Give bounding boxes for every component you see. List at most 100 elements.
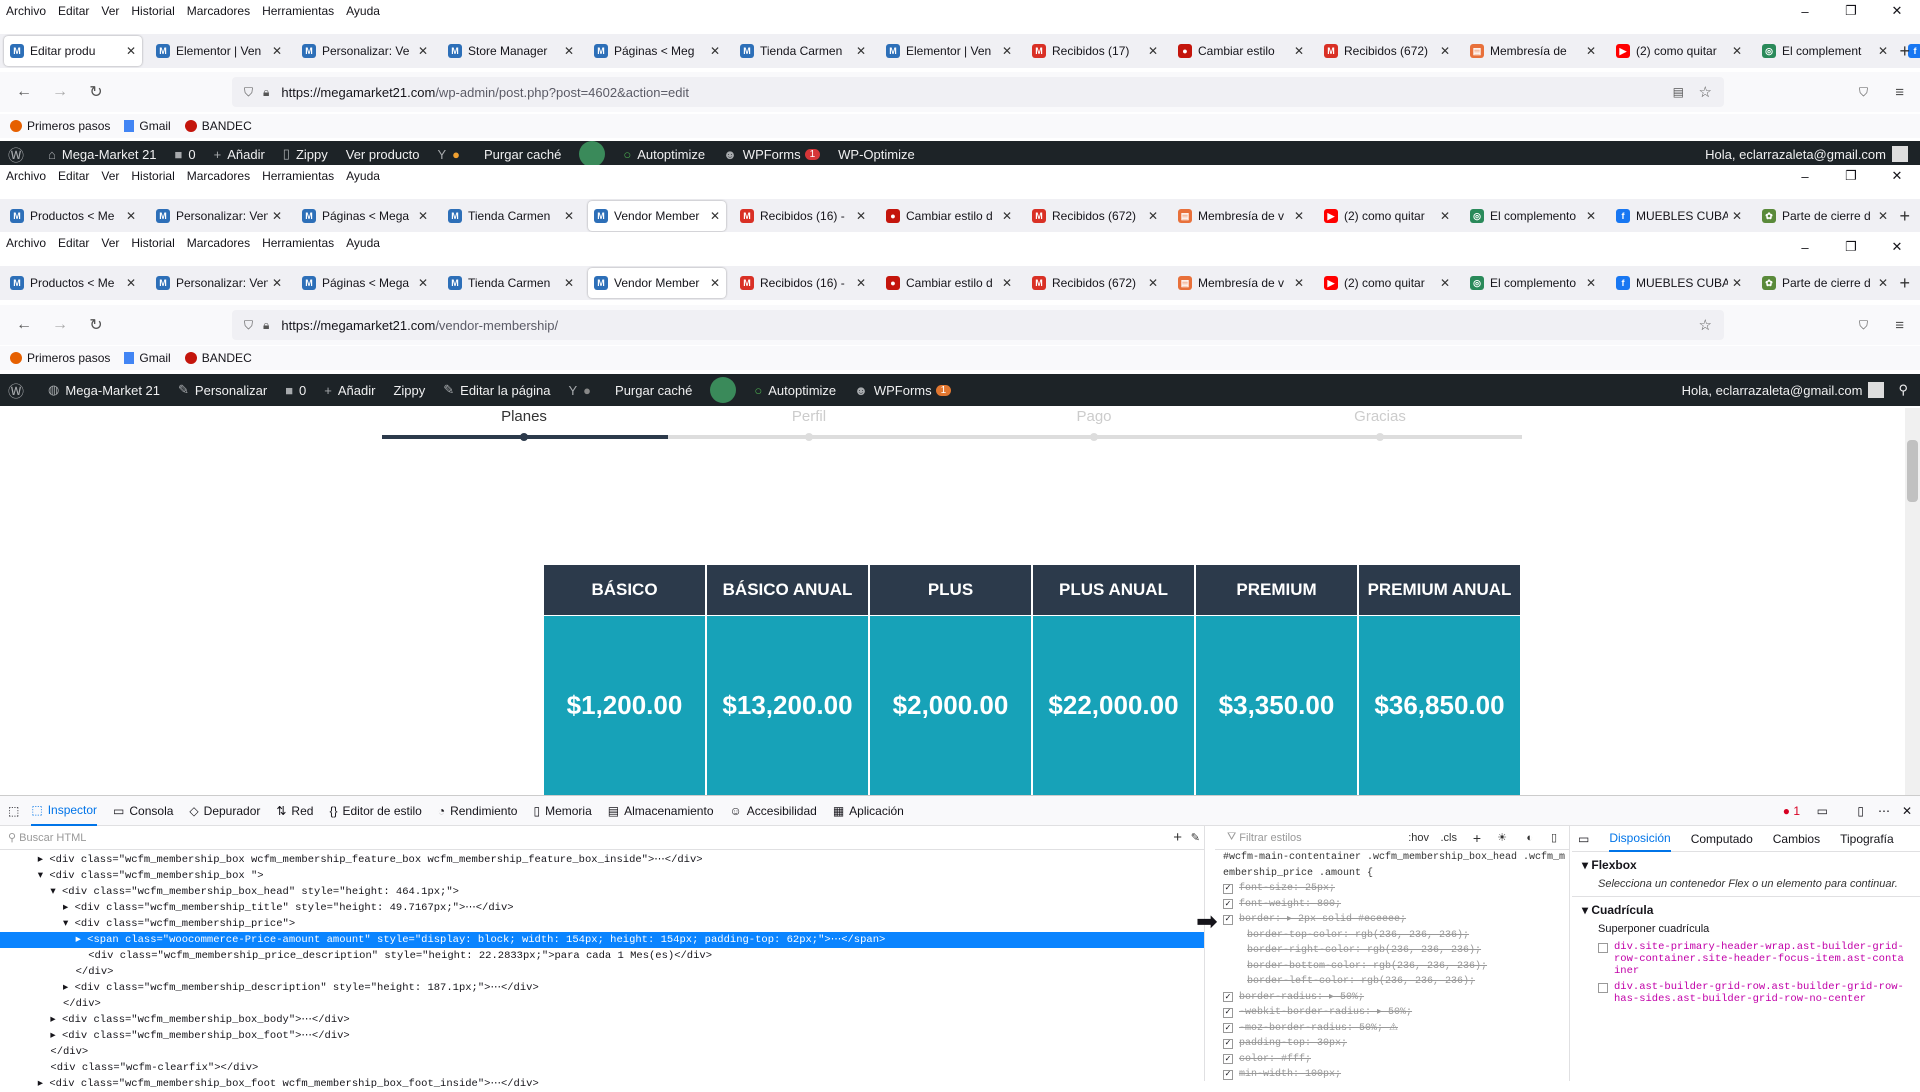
tab-close-icon[interactable]: ✕ <box>1002 276 1012 290</box>
bookmark-primeros-pasos[interactable]: Primeros pasos <box>10 119 110 133</box>
tab-close-icon[interactable]: ✕ <box>1294 209 1304 223</box>
tab-accessibility[interactable]: ☺ Accesibilidad <box>730 796 817 826</box>
menu-item[interactable]: Archivo <box>6 169 46 183</box>
filter-styles-input[interactable]: ⛛ Filtrar estilos :hov .cls + ☀ ◐ ▯ <box>1215 826 1569 850</box>
browser-tab[interactable]: M Recibidos (672) ✕ <box>1026 201 1164 231</box>
tab-close-icon[interactable]: ✕ <box>126 276 136 290</box>
browser-tab[interactable]: ◎ El complemento ✕ <box>1464 201 1602 231</box>
search-icon[interactable]: ⚲ <box>1898 382 1908 398</box>
account-link[interactable]: Hola, eclarrazaleta@gmail.com ⚲ <box>1682 382 1908 398</box>
declaration-checkbox[interactable]: ✓ <box>1223 1054 1233 1065</box>
autoptimize-link[interactable]: ○ Autoptimize <box>754 383 836 398</box>
tab-close-icon[interactable]: ✕ <box>126 44 136 58</box>
menu-item[interactable]: Ayuda <box>346 169 380 183</box>
site-link[interactable]: ⌂ Mega-Market 21 <box>48 147 157 162</box>
html-node[interactable]: ▸ <div class="wcfm_membership_title" sty… <box>0 900 1204 916</box>
menu-item[interactable]: Marcadores <box>187 236 250 250</box>
purge-cache-link[interactable]: Purgar caché <box>615 383 692 398</box>
flexbox-heading[interactable]: ▾ Flexbox <box>1582 858 1910 872</box>
shield-icon[interactable]: ⛉ <box>244 85 253 100</box>
tab-console[interactable]: ▭ Consola <box>113 796 173 826</box>
browser-tab[interactable]: M Tienda Carmen ✕ <box>734 36 872 66</box>
bookmark-star-icon[interactable]: ☆ <box>1699 316 1712 334</box>
back-icon[interactable]: ← <box>6 83 42 101</box>
menu-item[interactable]: Ayuda <box>346 236 380 250</box>
browser-tab[interactable]: ▤ Membresía de v ✕ <box>1172 268 1310 298</box>
html-search[interactable]: ⚲ Buscar HTML + ✎ <box>0 826 1204 850</box>
tab-close-icon[interactable]: ✕ <box>856 44 866 58</box>
menu-item[interactable]: Archivo <box>6 236 46 250</box>
close-window-button[interactable]: ✕ <box>1874 168 1920 184</box>
browser-tab[interactable]: M Páginas < Mega ✕ <box>296 268 434 298</box>
browser-tab[interactable]: ▶ (2) como quitar ✕ <box>1610 36 1748 66</box>
plan-card[interactable]: PLUS ANUAL $22,000.00 <box>1033 565 1194 795</box>
css-declaration[interactable]: ✓ font-weight: 800; <box>1223 897 1569 913</box>
css-declaration[interactable]: ✓ border-radius: ▸ 50%; <box>1223 990 1569 1006</box>
tab-close-icon[interactable]: ✕ <box>1002 44 1012 58</box>
tab-close-icon[interactable]: ✕ <box>1586 209 1596 223</box>
html-node[interactable]: </div> <box>0 996 1204 1012</box>
minimize-button[interactable]: – <box>1782 240 1828 255</box>
declaration-checkbox[interactable]: ✓ <box>1223 1007 1233 1018</box>
html-tree[interactable]: ▸ <div class="wcfm_membership_box wcfm_m… <box>0 850 1204 1092</box>
html-node[interactable]: ▸ <span class="woocommerce-Price-amount … <box>0 932 1204 948</box>
lock-icon[interactable]: 🔒︎ <box>263 318 269 333</box>
browser-tab[interactable]: ● Cambiar estilo d ✕ <box>880 268 1018 298</box>
menu-item[interactable]: Herramientas <box>262 169 334 183</box>
hover-toggle[interactable]: :hov <box>1408 832 1429 844</box>
css-declaration[interactable]: border-bottom-color: rgb(236, 236, 236); <box>1223 959 1569 975</box>
browser-tab[interactable]: M Elementor | Ven ✕ <box>880 36 1018 66</box>
menu-item[interactable]: Ver <box>101 169 119 183</box>
grid-heading[interactable]: ▾ Cuadrícula <box>1582 903 1910 917</box>
css-declaration[interactable]: ✓ color: #fff; <box>1223 1052 1569 1068</box>
menu-item[interactable]: Ayuda <box>346 4 380 18</box>
browser-tab[interactable]: M Personalizar: Ven ✕ <box>150 268 288 298</box>
html-node[interactable]: <div class="wcfm_membership_price_descri… <box>0 948 1204 964</box>
tab-close-icon[interactable]: ✕ <box>1878 276 1888 290</box>
comments-link[interactable]: ■ 0 <box>285 383 306 398</box>
plan-card[interactable]: PREMIUM ANUAL $36,850.00 <box>1359 565 1520 795</box>
html-node[interactable]: <div class="wcfm-clearfix"></div> <box>0 1060 1204 1076</box>
shield-icon[interactable]: ⛉ <box>244 318 253 333</box>
css-declaration[interactable]: ✓ border: ▸ 2px solid #eceeee; <box>1223 912 1569 928</box>
menu-item[interactable]: Marcadores <box>187 4 250 18</box>
browser-tab[interactable]: M Elementor | Ven ✕ <box>150 36 288 66</box>
tab-close-icon[interactable]: ✕ <box>126 209 136 223</box>
menu-item[interactable]: Ver <box>101 236 119 250</box>
browser-tab[interactable]: ▤ Membresía de ✕ <box>1464 36 1602 66</box>
error-count-badge[interactable]: ● 1 <box>1783 804 1800 818</box>
browser-tab[interactable]: M Recibidos (672) ✕ <box>1318 36 1456 66</box>
plan-card[interactable]: PREMIUM $3,350.00 <box>1196 565 1357 795</box>
tab-storage[interactable]: ▤ Almacenamiento <box>608 796 714 826</box>
print-media-icon[interactable]: ▯ <box>1551 831 1557 844</box>
tab-close-icon[interactable]: ✕ <box>1878 209 1888 223</box>
responsive-icon[interactable]: ▯ <box>1857 804 1864 818</box>
browser-tab[interactable]: M Vendor Member ✕ <box>588 268 726 298</box>
tab-fonts[interactable]: Tipografía <box>1840 826 1894 852</box>
menu-item[interactable]: Historial <box>131 4 174 18</box>
browser-tab[interactable]: M Recibidos (16) - ✕ <box>734 268 872 298</box>
tab-network[interactable]: ⇅ Red <box>276 796 313 826</box>
url-bar-main[interactable]: ⛉ 🔒︎ https://megamarket21.com/vendor-mem… <box>232 310 1724 340</box>
classes-toggle[interactable]: .cls <box>1441 832 1458 844</box>
browser-tab[interactable]: M Recibidos (17) ✕ <box>1026 36 1164 66</box>
browser-tab[interactable]: ▤ Membresía de v ✕ <box>1172 201 1310 231</box>
menu-item[interactable]: Ver <box>101 4 119 18</box>
grid-checkbox[interactable] <box>1598 943 1608 953</box>
browser-tab[interactable]: M Productos < Me ✕ <box>4 201 142 231</box>
site-link[interactable]: ◍ Mega-Market 21 <box>48 382 160 398</box>
avatar[interactable] <box>579 141 606 167</box>
avatar[interactable] <box>710 377 737 403</box>
close-window-button[interactable]: ✕ <box>1874 3 1920 19</box>
url-bar-top[interactable]: ⛉ 🔒︎ https://megamarket21.com/wp-admin/p… <box>232 77 1724 107</box>
browser-tab[interactable]: M Editar produ ✕ <box>4 36 142 66</box>
new-tab-button[interactable]: + <box>1899 41 1910 62</box>
add-new-link[interactable]: + Añadir <box>214 147 265 162</box>
menu-item[interactable]: Herramientas <box>262 4 334 18</box>
tab-close-icon[interactable]: ✕ <box>710 44 720 58</box>
menu-item[interactable]: Marcadores <box>187 169 250 183</box>
browser-tab[interactable]: ◎ El complement ✕ <box>1756 36 1894 66</box>
tab-close-icon[interactable]: ✕ <box>1148 276 1158 290</box>
html-node[interactable]: ▸ <div class="wcfm_membership_box_body">… <box>0 1012 1204 1028</box>
grid-item[interactable]: div.ast-builder-grid-row.ast-builder-gri… <box>1598 981 1910 1005</box>
